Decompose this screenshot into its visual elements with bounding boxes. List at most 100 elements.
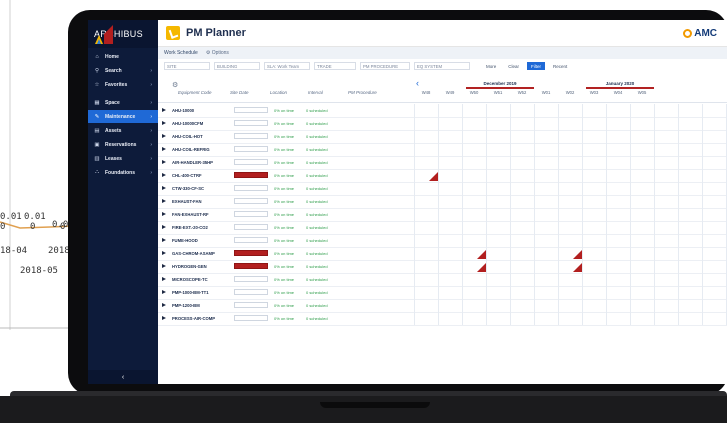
week-cells[interactable] [414, 221, 727, 234]
scheduled-work-marker[interactable]: 4 [567, 263, 582, 272]
week-cells[interactable] [414, 312, 727, 325]
building-filter[interactable]: BUILDING [214, 62, 260, 70]
pm-procedure-filter[interactable]: PM PROCEDURE [360, 62, 410, 70]
week-cells[interactable] [414, 182, 727, 195]
week-cells[interactable] [414, 169, 727, 182]
column-settings-icon[interactable]: ⚙ [172, 81, 178, 89]
expand-row-icon[interactable] [162, 173, 166, 177]
week-w49: W49 [445, 90, 455, 95]
table-row[interactable]: EXHAUST-FAN 0% on time 0 scheduled [158, 195, 727, 209]
week-cells[interactable] [414, 234, 727, 247]
trade-filter[interactable]: TRADE [314, 62, 356, 70]
site-date-bar [234, 224, 268, 230]
week-cells[interactable] [414, 286, 727, 299]
sidebar-item-search[interactable]: ⚲ Search › [88, 64, 158, 77]
on-time-status: 0% on time [274, 186, 295, 191]
scheduled-count: 0 scheduled [306, 225, 328, 230]
expand-row-icon[interactable] [162, 277, 166, 281]
eq-system-filter[interactable]: EQ SYSTEM [414, 62, 470, 70]
table-row[interactable]: HYDROGEN-GEN 0% on time 0 scheduled [158, 260, 727, 274]
chevron-right-icon: › [150, 141, 152, 148]
table-row[interactable]: PMP-1000-BM-TT1 0% on time 0 scheduled [158, 286, 727, 300]
col-location[interactable]: Location [270, 90, 287, 95]
table-row[interactable]: AHU-10000CFM 0% on time 0 scheduled [158, 117, 727, 131]
table-row[interactable]: FIRE-EXT.-20-CO2 0% on time 0 scheduled [158, 221, 727, 235]
table-row[interactable]: MICROSCOPE-TC 0% on time 0 scheduled [158, 273, 727, 287]
expand-row-icon[interactable] [162, 121, 166, 125]
recent-button[interactable]: Recent [549, 62, 571, 70]
table-row[interactable]: PMP-1200-BM 0% on time 0 scheduled [158, 299, 727, 313]
tab-bar: Work Schedule ⚙ Options [158, 47, 727, 59]
expand-row-icon[interactable] [162, 108, 166, 112]
week-cells[interactable] [414, 195, 727, 208]
tab-work-schedule[interactable]: Work Schedule [164, 50, 198, 56]
expand-row-icon[interactable] [162, 147, 166, 151]
expand-row-icon[interactable] [162, 212, 166, 216]
table-row[interactable]: FAN-EXHAUST-RF 0% on time 0 scheduled [158, 208, 727, 222]
expand-row-icon[interactable] [162, 238, 166, 242]
week-cells[interactable] [414, 104, 727, 117]
expand-row-icon[interactable] [162, 225, 166, 229]
table-row[interactable]: GAS-CHROM-ASAMP 0% on time 0 scheduled [158, 247, 727, 261]
col-equipment-code[interactable]: Equipment Code [178, 90, 212, 95]
sidebar-item-assets[interactable]: ▤ Assets › [88, 124, 158, 137]
options-button[interactable]: ⚙ Options [206, 50, 229, 56]
expand-row-icon[interactable] [162, 134, 166, 138]
filter-button[interactable]: Filter [527, 62, 546, 70]
work-team-filter[interactable]: SLA: Work Team [264, 62, 310, 70]
expand-row-icon[interactable] [162, 316, 166, 320]
sidebar-item-foundations[interactable]: ⛬ Foundations › [88, 166, 158, 179]
scheduled-work-marker[interactable]: 2 [471, 250, 486, 259]
site-date-bar [234, 211, 268, 217]
on-time-status: 0% on time [274, 121, 295, 126]
week-cells[interactable] [414, 260, 727, 273]
table-row[interactable]: CTW-330-CF-SC 0% on time 0 scheduled [158, 182, 727, 196]
table-row[interactable]: AIR-HANDLER-35HP 0% on time 0 scheduled [158, 156, 727, 170]
sidebar-item-reservations[interactable]: ▣ Reservations › [88, 138, 158, 151]
scheduled-count: 0 scheduled [306, 186, 328, 191]
scheduled-work-marker[interactable]: 3 [423, 172, 438, 181]
expand-row-icon[interactable] [162, 251, 166, 255]
sidebar-item-space[interactable]: ▦ Space › [88, 96, 158, 109]
more-button[interactable]: More [482, 62, 500, 70]
equipment-code: CTW-330-CF-SC [172, 186, 205, 191]
table-row[interactable]: CHL-400-CTRF 0% on time 0 scheduled [158, 169, 727, 183]
col-pm-procedure[interactable]: PM Procedure [348, 90, 377, 95]
table-row[interactable]: AHU-10000 0% on time 0 scheduled [158, 104, 727, 118]
sidebar-item-home[interactable]: ⌂ Home [88, 50, 158, 63]
scheduled-work-marker[interactable]: 1 [567, 250, 582, 259]
table-row[interactable]: PROCESS-AIR-COMP 0% on time 0 scheduled [158, 312, 727, 326]
expand-row-icon[interactable] [162, 160, 166, 164]
site-filter[interactable]: SITE [164, 62, 210, 70]
table-row[interactable]: AHU-COIL-HOT 0% on time 0 scheduled [158, 130, 727, 144]
week-cells[interactable] [414, 247, 727, 260]
column-headers: ⚙ Equipment Code Site Date Location Inte… [158, 78, 414, 103]
week-cells[interactable] [414, 273, 727, 286]
scheduled-work-marker[interactable]: 3 [471, 263, 486, 272]
col-site-date[interactable]: Site Date [230, 90, 249, 95]
previous-period-button[interactable]: ‹ [416, 78, 419, 88]
week-cells[interactable] [414, 299, 727, 312]
week-cells[interactable] [414, 208, 727, 221]
expand-row-icon[interactable] [162, 264, 166, 268]
col-interval[interactable]: Interval [308, 90, 323, 95]
table-row[interactable]: AHU-COIL-REFRIG 0% on time 0 scheduled [158, 143, 727, 157]
expand-row-icon[interactable] [162, 303, 166, 307]
week-cells[interactable] [414, 117, 727, 130]
collapse-sidebar-button[interactable]: ‹ [88, 370, 158, 384]
archibus-logo[interactable]: ARCHIBUS [88, 20, 158, 48]
on-time-status: 0% on time [274, 199, 295, 204]
week-cells[interactable] [414, 156, 727, 169]
expand-row-icon[interactable] [162, 290, 166, 294]
table-row[interactable]: FUME-HOOD 0% on time 0 scheduled [158, 234, 727, 248]
sidebar-item-maintenance[interactable]: ✎ Maintenance › [88, 110, 158, 123]
sidebar-item-label: Favorites [105, 81, 128, 88]
week-cells[interactable] [414, 130, 727, 143]
week-w05: W05 [637, 90, 647, 95]
week-cells[interactable] [414, 143, 727, 156]
clear-button[interactable]: Clear [504, 62, 523, 70]
expand-row-icon[interactable] [162, 199, 166, 203]
sidebar-item-leases[interactable]: ▥ Leases › [88, 152, 158, 165]
expand-row-icon[interactable] [162, 186, 166, 190]
sidebar-item-favorites[interactable]: ☆ Favorites › [88, 78, 158, 91]
